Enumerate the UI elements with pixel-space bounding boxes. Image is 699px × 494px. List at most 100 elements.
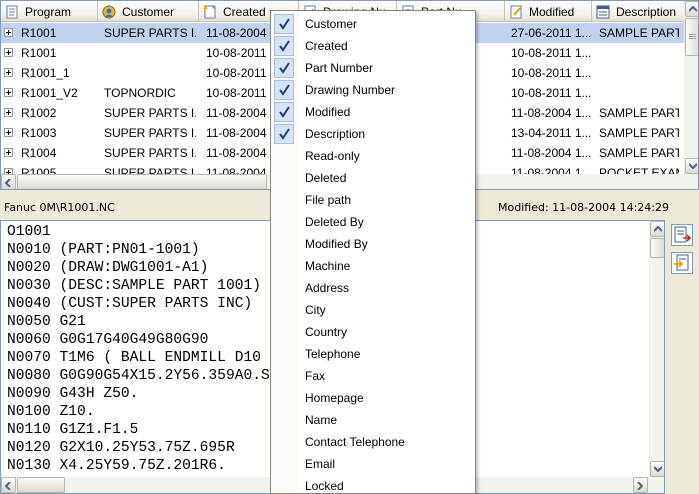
menu-item-label: Machine (305, 259, 351, 273)
scroll-right-button[interactable] (633, 477, 648, 493)
scroll-thumb[interactable] (17, 477, 65, 493)
cell-modified: 11-08-2004 1... (511, 146, 591, 160)
menu-item-description[interactable]: Description (271, 123, 475, 145)
cell-program: R1002 (21, 106, 57, 120)
scroll-thumb[interactable] (685, 18, 698, 56)
scroll-left-button[interactable] (1, 477, 16, 493)
menu-item-customer[interactable]: Customer (271, 13, 475, 35)
menu-item-name[interactable]: Name (271, 409, 475, 431)
expand-row-icon[interactable] (4, 28, 13, 37)
cell-program: R1001 (21, 46, 57, 60)
cell-description: SAMPLE PART ... (599, 126, 679, 140)
cell-created: 11-08-2004 15 (206, 26, 276, 40)
expand-row-icon[interactable] (4, 128, 13, 137)
menu-item-label: Modified (305, 105, 351, 119)
menu-item-homepage[interactable]: Homepage (271, 387, 475, 409)
scroll-up-button[interactable] (650, 221, 664, 237)
menu-item-label: File path (305, 193, 352, 207)
customer-icon (102, 5, 116, 19)
cell-modified: 10-08-2011 1... (511, 46, 591, 60)
cell-program: R1001 (21, 26, 57, 40)
column-chooser-menu: Customer Created Part Number Drawing Number… (270, 10, 476, 494)
checkmark-icon (274, 102, 294, 122)
menu-item-modified-by[interactable]: Modified By (271, 233, 475, 255)
menu-item-locked[interactable]: Locked (271, 475, 475, 493)
checkmark-icon (274, 58, 294, 78)
menu-item-country[interactable]: Country (271, 321, 475, 343)
column-header-customer[interactable]: Customer (98, 1, 199, 22)
expand-row-icon[interactable] (4, 108, 13, 117)
cell-program: R1001_1 (21, 66, 70, 80)
expand-row-icon[interactable] (4, 148, 13, 157)
menu-item-label: Name (305, 413, 338, 427)
menu-item-deleted[interactable]: Deleted (271, 167, 475, 189)
menu-item-label: Deleted (305, 171, 347, 185)
cell-modified: 11-08-2004 1... (511, 106, 591, 120)
editor-vertical-scrollbar[interactable] (649, 221, 664, 477)
menu-item-created[interactable]: Created (271, 35, 475, 57)
menu-item-label: Contact Telephone (305, 435, 405, 449)
menu-item-label: Homepage (305, 391, 364, 405)
cell-modified: 10-08-2011 1... (511, 66, 591, 80)
document-import-icon (672, 254, 692, 276)
cell-customer: SUPER PARTS I... (104, 106, 196, 120)
cell-created: 10-08-2011 16 (206, 66, 276, 80)
scroll-thumb[interactable] (650, 238, 664, 258)
column-header-program[interactable]: Program (1, 1, 98, 22)
menu-item-email[interactable]: Email (271, 453, 475, 475)
menu-item-label: Deleted By (305, 215, 364, 229)
menu-item-label: Created (305, 39, 348, 53)
menu-item-label: Telephone (305, 347, 361, 361)
description-icon (596, 5, 610, 19)
document-export-icon (672, 226, 692, 248)
menu-item-city[interactable]: City (271, 299, 475, 321)
menu-item-label: Read-only (305, 149, 360, 163)
menu-item-part-number[interactable]: Part Number (271, 57, 475, 79)
cell-program: R1004 (21, 146, 57, 160)
menu-item-drawing-number[interactable]: Drawing Number (271, 79, 475, 101)
created-icon (203, 5, 217, 19)
import-document-button[interactable] (671, 252, 693, 274)
menu-item-fax[interactable]: Fax (271, 365, 475, 387)
checkmark-icon (274, 80, 294, 100)
column-header-description[interactable]: Description (592, 1, 685, 22)
menu-item-machine[interactable]: Machine (271, 255, 475, 277)
column-header-label: Program (25, 4, 72, 19)
scroll-down-button[interactable] (650, 461, 664, 477)
column-header-modified[interactable]: Modified (505, 1, 592, 22)
menu-item-label: Part Number (305, 61, 374, 75)
menu-item-label: Locked (305, 479, 344, 493)
scroll-up-button[interactable] (685, 1, 698, 17)
cell-customer: TOPNORDIC (104, 86, 176, 100)
expand-row-icon[interactable] (4, 88, 13, 97)
scroll-thumb[interactable] (17, 174, 267, 189)
grid-vertical-scrollbar[interactable] (684, 1, 698, 175)
menu-item-modified[interactable]: Modified (271, 101, 475, 123)
scroll-left-button[interactable] (1, 174, 16, 189)
cell-customer: SUPER PARTS I... (104, 126, 196, 140)
expand-row-icon[interactable] (4, 48, 13, 57)
expand-row-icon[interactable] (4, 68, 13, 77)
menu-item-file-path[interactable]: File path (271, 189, 475, 211)
menu-item-label: Drawing Number (305, 83, 396, 97)
menu-item-label: Modified By (305, 237, 368, 251)
menu-item-telephone[interactable]: Telephone (271, 343, 475, 365)
checkmark-icon (274, 36, 294, 56)
cell-program: R1001_V2 (21, 86, 78, 100)
menu-item-address[interactable]: Address (271, 277, 475, 299)
menu-item-label: Fax (305, 369, 326, 383)
cell-program: R1003 (21, 126, 57, 140)
export-document-button[interactable] (671, 224, 693, 246)
cell-description: SAMPLE PART ... (599, 106, 679, 120)
cell-description: SAMPLE PART ... (599, 26, 679, 40)
menu-item-label: City (305, 303, 326, 317)
menu-item-contact-telephone[interactable]: Contact Telephone (271, 431, 475, 453)
cell-created: 10-08-2011 16 (206, 46, 276, 60)
menu-item-deleted-by[interactable]: Deleted By (271, 211, 475, 233)
menu-item-label: Address (305, 281, 350, 295)
menu-item-label: Description (305, 127, 366, 141)
cell-modified: 13-04-2011 1... (511, 126, 591, 140)
menu-item-label: Customer (305, 17, 358, 31)
scroll-down-button[interactable] (685, 158, 698, 174)
menu-item-read-only[interactable]: Read-only (271, 145, 475, 167)
